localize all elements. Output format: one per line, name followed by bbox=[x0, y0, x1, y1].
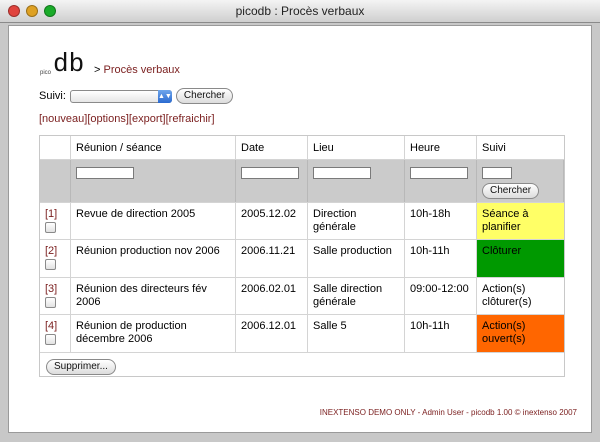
table-row: [3] Réunion des directeurs fév 2006 2006… bbox=[40, 278, 564, 315]
time-cell: 10h-11h bbox=[405, 315, 477, 352]
table-filter-row: Chercher bbox=[40, 160, 564, 203]
row-number-cell: [2] bbox=[40, 240, 71, 277]
refresh-link[interactable]: [refraichir] bbox=[166, 113, 215, 125]
filter-place-cell bbox=[308, 160, 405, 202]
breadcrumb-separator: > bbox=[94, 64, 101, 76]
close-window-button[interactable] bbox=[8, 5, 20, 17]
filter-time-input[interactable] bbox=[410, 167, 468, 179]
window-controls bbox=[8, 5, 56, 17]
date-cell: 2006.11.21 bbox=[236, 240, 308, 277]
action-links: [nouveau][options][export][refraichir] bbox=[39, 113, 215, 125]
status-filter-bar: Suivi: ▲▼ Chercher bbox=[39, 88, 234, 104]
minimize-window-button[interactable] bbox=[26, 5, 38, 17]
row-number-link[interactable]: [2] bbox=[45, 245, 65, 258]
place-cell: Salle production bbox=[308, 240, 405, 277]
date-cell: 2005.12.02 bbox=[236, 203, 308, 239]
search-button[interactable]: Chercher bbox=[175, 88, 234, 104]
window-title: picodb : Procès verbaux bbox=[235, 4, 365, 18]
breadcrumb-current[interactable]: Procès verbaux bbox=[104, 64, 180, 76]
table-row: [2] Réunion production nov 2006 2006.11.… bbox=[40, 240, 564, 278]
date-cell: 2006.12.01 bbox=[236, 315, 308, 352]
row-number-cell: [1] bbox=[40, 203, 71, 239]
meeting-cell[interactable]: Réunion des directeurs fév 2006 bbox=[71, 278, 236, 314]
header-status[interactable]: Suivi bbox=[477, 136, 564, 159]
date-cell: 2006.02.01 bbox=[236, 278, 308, 314]
meeting-cell[interactable]: Réunion de production décembre 2006 bbox=[71, 315, 236, 352]
status-cell: Clôturer bbox=[477, 240, 564, 277]
window-titlebar: picodb : Procès verbaux bbox=[0, 0, 600, 23]
page-footer: INEXTENSO DEMO ONLY - Admin User - picod… bbox=[319, 408, 577, 417]
table-row: [1] Revue de direction 2005 2005.12.02 D… bbox=[40, 203, 564, 240]
meeting-cell[interactable]: Réunion production nov 2006 bbox=[71, 240, 236, 277]
row-number-cell: [3] bbox=[40, 278, 71, 314]
time-cell: 10h-18h bbox=[405, 203, 477, 239]
breadcrumb-trail: > Procès verbaux bbox=[94, 64, 180, 76]
delete-button[interactable]: Supprimer... bbox=[46, 359, 116, 375]
filter-status-input[interactable] bbox=[482, 167, 512, 179]
status-filter-label: Suivi: bbox=[39, 90, 66, 102]
header-place[interactable]: Lieu bbox=[308, 136, 405, 159]
row-number-link[interactable]: [1] bbox=[45, 208, 65, 221]
filter-time-cell bbox=[405, 160, 477, 202]
table-header-row: Réunion / séance Date Lieu Heure Suivi bbox=[40, 136, 564, 160]
select-arrows-icon: ▲▼ bbox=[157, 89, 172, 103]
status-cell: Séance à planifier bbox=[477, 203, 564, 239]
time-cell: 09:00-12:00 bbox=[405, 278, 477, 314]
header-select bbox=[40, 136, 71, 159]
export-link[interactable]: [export] bbox=[129, 113, 166, 125]
row-checkbox[interactable] bbox=[45, 222, 56, 233]
minutes-table: Réunion / séance Date Lieu Heure Suivi C… bbox=[39, 135, 565, 377]
filter-meeting-cell bbox=[71, 160, 236, 202]
row-number-cell: [4] bbox=[40, 315, 71, 352]
filter-empty bbox=[40, 160, 71, 202]
filter-date-input[interactable] bbox=[241, 167, 299, 179]
place-cell: Salle 5 bbox=[308, 315, 405, 352]
place-cell: Salle direction générale bbox=[308, 278, 405, 314]
place-cell: Direction générale bbox=[308, 203, 405, 239]
filter-meeting-input[interactable] bbox=[76, 167, 134, 179]
filter-date-cell bbox=[236, 160, 308, 202]
status-cell: Action(s) clôturer(s) bbox=[477, 278, 564, 314]
table-row: [4] Réunion de production décembre 2006 … bbox=[40, 315, 564, 353]
page-content: pico db > Procès verbaux Suivi: ▲▼ Cherc… bbox=[8, 25, 592, 433]
filter-status-cell: Chercher bbox=[477, 160, 564, 202]
new-link[interactable]: [nouveau] bbox=[39, 113, 87, 125]
options-link[interactable]: [options] bbox=[87, 113, 129, 125]
row-number-link[interactable]: [4] bbox=[45, 320, 65, 333]
row-checkbox[interactable] bbox=[45, 259, 56, 270]
header-meeting[interactable]: Réunion / séance bbox=[71, 136, 236, 159]
status-cell: Action(s) ouvert(s) bbox=[477, 315, 564, 352]
meeting-cell[interactable]: Revue de direction 2005 bbox=[71, 203, 236, 239]
filter-place-input[interactable] bbox=[313, 167, 371, 179]
time-cell: 10h-11h bbox=[405, 240, 477, 277]
header-time[interactable]: Heure bbox=[405, 136, 477, 159]
header-date[interactable]: Date bbox=[236, 136, 308, 159]
zoom-window-button[interactable] bbox=[44, 5, 56, 17]
brand-logo[interactable]: db bbox=[53, 50, 84, 78]
row-checkbox[interactable] bbox=[45, 297, 56, 308]
row-checkbox[interactable] bbox=[45, 334, 56, 345]
brand-prefix: pico bbox=[40, 70, 52, 76]
status-select[interactable]: ▲▼ bbox=[69, 89, 172, 103]
row-number-link[interactable]: [3] bbox=[45, 283, 65, 296]
filter-search-button[interactable]: Chercher bbox=[482, 183, 540, 199]
